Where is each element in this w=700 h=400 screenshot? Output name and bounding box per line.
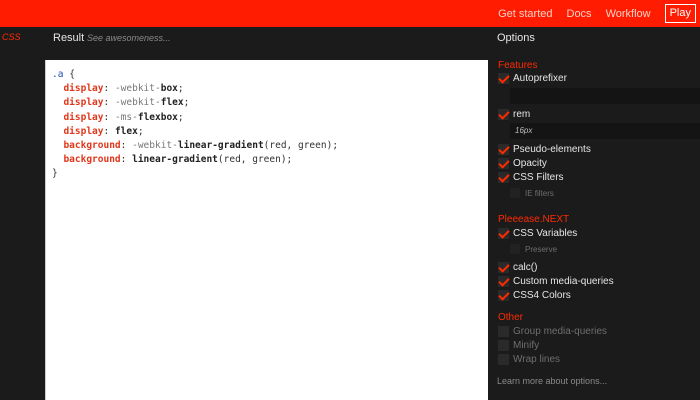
ie-filters-checkbox[interactable] [510, 188, 520, 198]
option-opacity[interactable]: Opacity [498, 158, 547, 169]
options-title: Options [497, 32, 535, 44]
result-hint: See awesomeness... [87, 33, 171, 43]
calc-checkbox[interactable] [498, 262, 509, 273]
custom-media-queries-checkbox[interactable] [498, 276, 509, 287]
rem-checkbox[interactable] [498, 109, 509, 120]
code-line-2: display: -webkit-flex; [63, 97, 190, 109]
opacity-checkbox[interactable] [498, 158, 509, 169]
opacity-label: Opacity [513, 158, 547, 169]
nav-workflow[interactable]: Workflow [606, 8, 651, 20]
option-css4-colors[interactable]: CSS4 Colors [498, 290, 571, 301]
minify-checkbox[interactable] [498, 340, 509, 351]
autoprefixer-browsers-input[interactable] [510, 88, 700, 104]
code-line-6: background: linear-gradient(red, green); [63, 154, 293, 166]
code-line-1: display: -webkit-box; [63, 83, 184, 95]
css-variables-label: CSS Variables [513, 228, 578, 239]
code-close-brace: } [52, 168, 58, 180]
minify-label: Minify [513, 340, 540, 351]
result-title: Result [53, 32, 85, 44]
css4-colors-label: CSS4 Colors [513, 290, 571, 301]
option-minify[interactable]: Minify [498, 340, 539, 351]
section-pleeease-next: Pleeease.NEXT [498, 214, 570, 225]
option-group-media-queries[interactable]: Group media-queries [498, 326, 607, 337]
css-variables-checkbox[interactable] [498, 228, 509, 239]
code-line-3: display: -ms-flexbox; [63, 111, 184, 123]
css-pane-label: CSS [2, 32, 21, 42]
css-filters-label: CSS Filters [513, 172, 564, 183]
section-features: Features [498, 60, 538, 71]
code-line-4: display: flex; [63, 125, 144, 137]
option-calc[interactable]: calc() [498, 262, 537, 273]
autoprefixer-checkbox[interactable] [498, 73, 509, 84]
option-css-variables[interactable]: CSS Variables [498, 228, 577, 239]
group-media-queries-label: Group media-queries [513, 326, 607, 337]
calc-label: calc() [513, 262, 538, 273]
option-autoprefixer[interactable]: Autoprefixer [498, 73, 567, 84]
option-custom-media-queries[interactable]: Custom media-queries [498, 276, 614, 287]
preserve-label: Preserve [525, 244, 558, 254]
code-line-5: background: -webkit-linear-gradient(red,… [63, 140, 339, 152]
pseudo-elements-label: Pseudo-elements [513, 144, 591, 155]
css4-colors-checkbox[interactable] [498, 290, 509, 301]
learn-more-link[interactable]: Learn more about options... [497, 376, 607, 386]
top-nav: Get started Docs Workflow Play [498, 0, 700, 27]
play-button[interactable]: Play [664, 4, 696, 23]
preserve-checkbox[interactable] [510, 244, 520, 254]
option-css-filters[interactable]: CSS Filters [498, 172, 564, 183]
option-wrap-lines[interactable]: Wrap lines [498, 354, 560, 365]
option-pseudo-elements[interactable]: Pseudo-elements [498, 144, 591, 155]
options-panel: Options Features Autoprefixer rem 16px P… [488, 27, 700, 400]
rem-value-input[interactable]: 16px [510, 123, 700, 139]
ie-filters-label: IE filters [525, 188, 554, 198]
option-preserve[interactable]: Preserve [510, 244, 557, 254]
group-media-queries-checkbox[interactable] [498, 326, 509, 337]
option-rem[interactable]: rem [498, 109, 530, 120]
wrap-lines-label: Wrap lines [513, 354, 561, 365]
nav-get-started[interactable]: Get started [498, 8, 552, 20]
section-other: Other [498, 312, 524, 323]
custom-media-queries-label: Custom media-queries [513, 276, 614, 287]
css-input-pane[interactable] [0, 27, 45, 400]
pseudo-elements-checkbox[interactable] [498, 144, 509, 155]
top-bar: Get started Docs Workflow Play [0, 0, 700, 27]
wrap-lines-checkbox[interactable] [498, 354, 509, 365]
result-editor[interactable]: .a { display: -webkit-box; display: -web… [45, 60, 488, 400]
code-open-brace: { [69, 69, 75, 80]
result-header: Result See awesomeness... [45, 27, 488, 60]
css-filters-checkbox[interactable] [498, 172, 509, 183]
rem-label: rem [513, 109, 531, 120]
code-selector: .a [52, 69, 64, 80]
option-ie-filters[interactable]: IE filters [510, 188, 554, 198]
nav-docs[interactable]: Docs [567, 8, 592, 20]
css-output-code[interactable]: .a { display: -webkit-box; display: -web… [52, 68, 338, 182]
autoprefixer-label: Autoprefixer [513, 73, 567, 84]
